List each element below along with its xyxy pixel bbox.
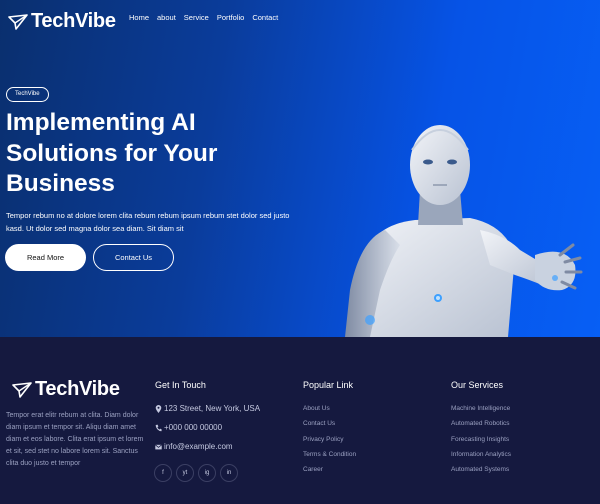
service-automated-robotics[interactable]: Automated Robotics	[451, 420, 511, 428]
hero-section: TechVibe Home about Service Portfolio Co…	[0, 0, 600, 337]
youtube-icon[interactable]: yt	[176, 464, 194, 482]
service-forecasting-insights[interactable]: Forecasting Insights	[451, 436, 511, 444]
robot-illustration	[345, 125, 583, 337]
phone-icon	[155, 424, 162, 431]
services-list: Machine Intelligence Automated Robotics …	[451, 405, 511, 474]
service-information-analytics[interactable]: Information Analytics	[451, 451, 511, 459]
our-services-title: Our Services	[451, 380, 504, 390]
link-contact-us[interactable]: Contact Us	[303, 420, 356, 428]
contact-email[interactable]: info@example.com	[155, 442, 233, 451]
paper-plane-logo-icon	[8, 13, 28, 30]
link-about-us[interactable]: About Us	[303, 405, 356, 413]
phone-text: +000 000 00000	[164, 423, 223, 432]
contact-us-button[interactable]: Contact Us	[93, 244, 174, 271]
facebook-icon[interactable]: f	[154, 464, 172, 482]
footer-about-text: Tempor erat elitr rebum at clita. Diam d…	[6, 412, 144, 467]
link-privacy-policy[interactable]: Privacy Policy	[303, 436, 356, 444]
map-pin-icon	[155, 404, 162, 413]
main-nav: Home about Service Portfolio Contact	[129, 13, 278, 22]
email-text: info@example.com	[164, 442, 233, 451]
read-more-button[interactable]: Read More	[5, 244, 86, 271]
linkedin-icon[interactable]: in	[220, 464, 238, 482]
service-machine-intelligence[interactable]: Machine Intelligence	[451, 405, 511, 413]
footer-brand-name: TechVibe	[35, 378, 120, 400]
popular-links-list: About Us Contact Us Privacy Policy Terms…	[303, 405, 356, 474]
instagram-icon[interactable]: ig	[198, 464, 216, 482]
nav-portfolio[interactable]: Portfolio	[217, 13, 245, 22]
get-in-touch-title: Get In Touch	[155, 380, 206, 390]
nav-about[interactable]: about	[157, 13, 176, 22]
hero-badge: TechVibe	[6, 87, 49, 102]
contact-address: 123 Street, New York, USA	[155, 404, 260, 413]
nav-service[interactable]: Service	[184, 13, 209, 22]
service-automated-systems[interactable]: Automated Systems	[451, 466, 511, 474]
hero-title: Implementing AI Solutions for Your Busin…	[6, 109, 218, 197]
brand-name: TechVibe	[31, 10, 116, 32]
link-career[interactable]: Career	[303, 466, 356, 474]
address-text: 123 Street, New York, USA	[164, 404, 261, 413]
social-links: f yt ig in	[154, 464, 238, 482]
link-terms[interactable]: Terms & Condition	[303, 451, 356, 459]
paper-plane-logo-icon	[12, 381, 32, 398]
footer-logo[interactable]: TechVibe	[12, 378, 120, 401]
hero-text: Tempor rebum no at dolore lorem clita re…	[6, 211, 290, 233]
nav-home[interactable]: Home	[129, 13, 149, 22]
contact-phone: +000 000 00000	[155, 423, 222, 432]
popular-links-title: Popular Link	[303, 380, 354, 390]
envelope-icon	[155, 443, 162, 449]
header-logo[interactable]: TechVibe	[8, 10, 116, 33]
nav-contact[interactable]: Contact	[252, 13, 278, 22]
